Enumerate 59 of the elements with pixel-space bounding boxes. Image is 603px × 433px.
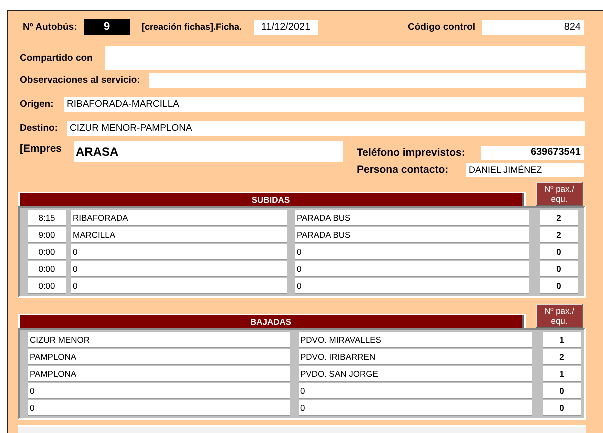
table-cell: 0: [295, 261, 529, 277]
input-field[interactable]: ARASA: [74, 141, 343, 162]
table-cell: 0:00: [28, 261, 66, 277]
field-label: Nº Autobús:: [23, 22, 78, 32]
field-label: Destino:: [20, 122, 59, 134]
field-label: Compartido con: [20, 52, 94, 64]
table-cell: 0:00: [28, 244, 66, 260]
column-header: Nº pax./ equ.: [536, 182, 583, 206]
input-field[interactable]: RIBAFORADA-MARCILLA: [64, 96, 584, 112]
table-cell: 1: [543, 332, 581, 348]
table-cell: 2: [540, 227, 578, 243]
table-cell: 0: [28, 400, 290, 416]
table-cell: 0: [540, 244, 578, 260]
table-cell: PAMPLONA: [28, 366, 290, 382]
table-cell: PDVO. MIRAVALLES: [298, 332, 532, 348]
section-header: BAJADAS: [20, 315, 524, 328]
field-label: [creación fichas].Ficha.: [142, 22, 244, 32]
section-header: SUBIDAS: [20, 193, 524, 206]
field-label: Teléfono imprevistos:: [357, 146, 466, 158]
input-field[interactable]: DANIEL JIMÉNEZ: [466, 162, 584, 176]
table-cell: CIZUR MENOR: [28, 332, 290, 348]
table-cell: PARADA BUS: [295, 210, 529, 226]
table-cell: 0: [295, 278, 529, 294]
input-field[interactable]: 824: [482, 20, 584, 34]
table-cell: PDVO. IRIBARREN: [298, 349, 532, 365]
table-cell: 0: [540, 261, 578, 277]
table-cell: 0: [298, 383, 532, 399]
table-cell: 0: [543, 400, 581, 416]
table-cell: 8:15: [28, 210, 66, 226]
field-label: Persona contacto:: [357, 164, 450, 176]
bus-number-field[interactable]: 9: [84, 19, 130, 35]
table-cell: 0: [298, 400, 532, 416]
field-label: Observaciones al servicio:: [20, 74, 142, 86]
field-label: Origen:: [20, 98, 55, 110]
table-cell: 0: [540, 278, 578, 294]
input-field[interactable]: [105, 46, 585, 70]
table-cell: 0: [71, 261, 287, 277]
table-cell: PAMPLONA: [28, 349, 290, 365]
field-label: [Empres: [20, 143, 64, 155]
table-cell: MARCILLA: [71, 227, 287, 243]
table-cell: 0: [71, 244, 287, 260]
table-cell: 0: [295, 244, 529, 260]
input-field[interactable]: 639673541: [481, 146, 584, 160]
table-cell: 0: [71, 278, 287, 294]
field-label: Código control: [408, 22, 477, 32]
input-field[interactable]: [149, 72, 586, 88]
input-field[interactable]: CIZUR MENOR-PAMPLONA: [67, 120, 585, 136]
table-cell: 1: [543, 366, 581, 382]
table-cell: 0:00: [28, 278, 66, 294]
input-field[interactable]: 11/12/2021: [254, 20, 318, 34]
table-cell: 2: [540, 210, 578, 226]
table-cell: RIBAFORADA: [71, 210, 287, 226]
table-cell: 0: [543, 383, 581, 399]
table-cell: PARADA BUS: [295, 227, 529, 243]
column-header: Nº pax./ equ.: [536, 304, 583, 328]
table-cell: 9:00: [28, 227, 66, 243]
table-cell: 0: [28, 383, 290, 399]
table-cell: 2: [543, 349, 581, 365]
table-cell: PVDO. SAN JORGE: [298, 366, 532, 382]
